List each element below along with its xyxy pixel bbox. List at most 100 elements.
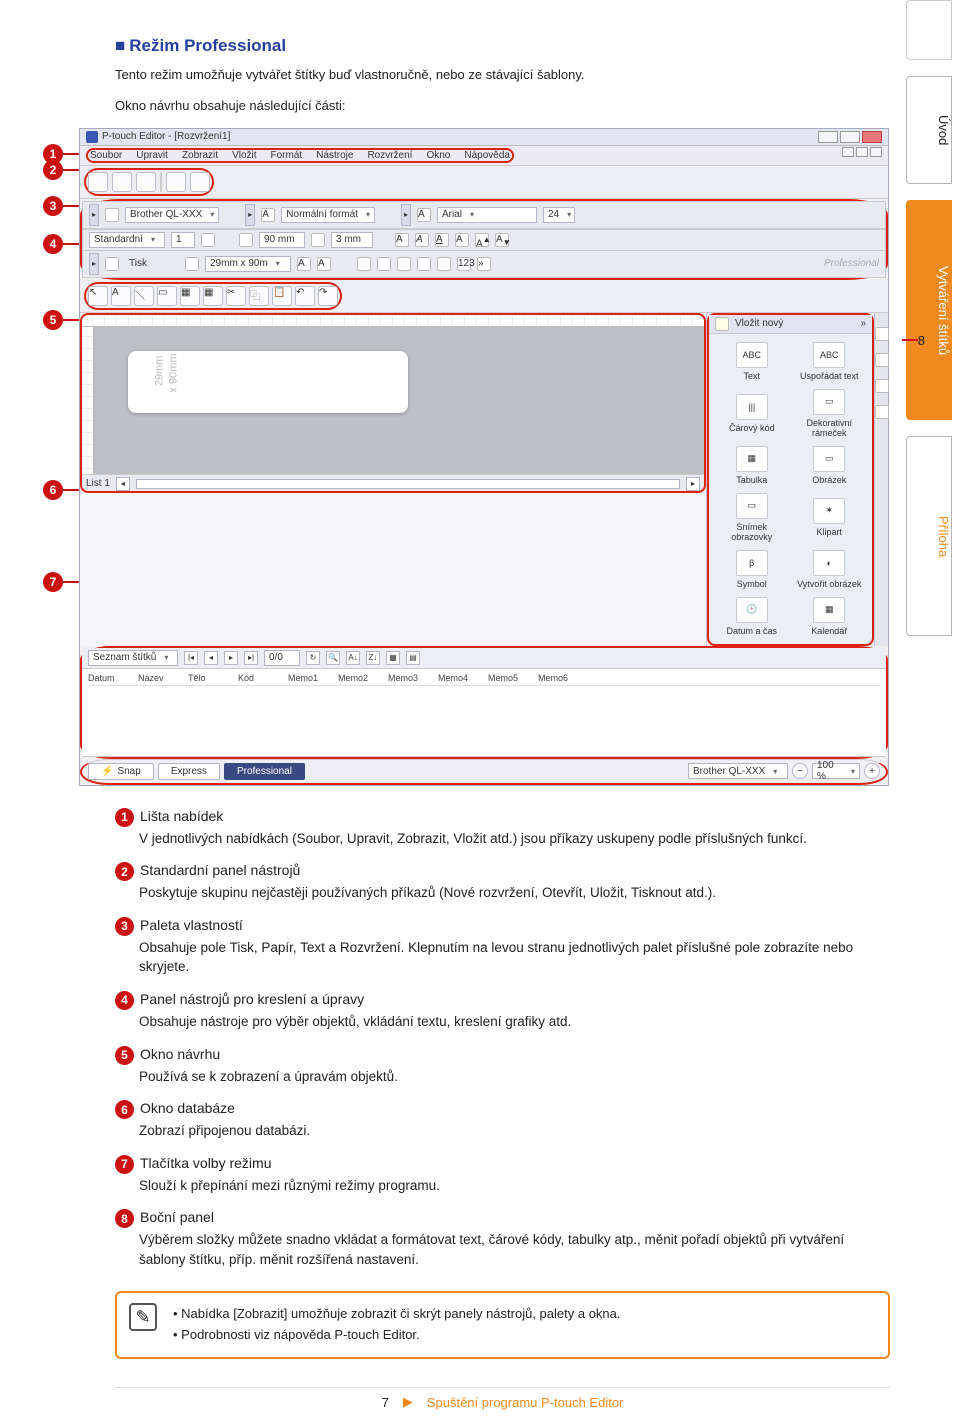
db-col[interactable]: Memo2 [338,673,382,683]
db-table-dropdown[interactable]: Seznam štítků [88,650,178,666]
db-prev-icon[interactable]: ◂ [204,651,218,665]
mdi-min-button[interactable] [842,147,854,157]
paste-icon[interactable]: 📋 [272,286,292,306]
copy-icon[interactable]: ⿻ [249,286,269,306]
underline-icon[interactable]: A [435,233,449,247]
maximize-button[interactable] [840,131,860,143]
font-dropdown[interactable]: Arial [437,207,537,223]
undo-icon[interactable]: ↶ [295,286,315,306]
db-next-icon[interactable]: ▸ [224,651,238,665]
menu-soubor[interactable]: Soubor [90,150,122,161]
italic-icon[interactable]: A [415,233,429,247]
rect-tool-icon[interactable]: ▭ [157,286,177,306]
db-col[interactable]: Název [138,673,182,683]
mode-express-button[interactable]: Express [158,763,220,780]
bold-icon[interactable]: A [395,233,409,247]
align-r-icon[interactable] [397,257,411,271]
print-icon[interactable] [190,172,210,192]
status-printer-dropdown[interactable]: Brother QL-XXX [688,763,788,779]
side-item-7[interactable]: ✶Klipart [791,489,869,546]
numbering-icon[interactable]: 123 [457,257,471,271]
db-sortaz-icon[interactable]: A↓ [346,651,360,665]
db-col[interactable]: Memo1 [288,673,332,683]
height-field[interactable]: 3 mm [331,232,373,248]
mdi-close-button[interactable] [870,147,882,157]
redo-icon[interactable]: ↷ [318,286,338,306]
side-tab-uvod[interactable]: Úvod [906,76,952,184]
insert-new-icon[interactable] [715,317,729,331]
tape-dropdown[interactable]: 29mm x 90m [205,256,291,272]
align-j-icon[interactable] [417,257,431,271]
cut-icon[interactable]: ✂ [226,286,246,306]
stepper-icon[interactable] [201,233,215,247]
side-item-8[interactable]: βSymbol [713,546,791,593]
orient-icon[interactable]: A [297,257,311,271]
side-item-11[interactable]: ▦Kalendář [791,593,869,640]
menu-format[interactable]: Formát [271,150,303,161]
menu-zobrazit[interactable]: Zobrazit [182,150,218,161]
db-grid-rows[interactable] [88,686,880,754]
orient-v-icon[interactable]: A [317,257,331,271]
zoom-dropdown[interactable]: 100 % [812,763,860,779]
design-canvas[interactable]: 29mm x 90mm List 1 ◂ ▸ [80,313,706,493]
side-item-10[interactable]: 🕒Datum a čas [713,593,791,640]
db-col[interactable]: Memo4 [438,673,482,683]
side-expand-icon[interactable]: » [860,318,866,329]
menu-nastroje[interactable]: Nástroje [316,150,353,161]
palette-toggle-3[interactable]: ▸ [401,204,411,226]
db-zoom-icon[interactable]: 🔍 [326,651,340,665]
side-item-3[interactable]: ▭Dekorativní rámeček [791,385,869,442]
db-col[interactable]: Memo5 [488,673,532,683]
side-item-6[interactable]: ▭Snímek obrazovky [713,489,791,546]
palette-toggle-1[interactable]: ▸ [89,204,99,226]
mdi-max-button[interactable] [856,147,868,157]
preset-dropdown[interactable]: Standardní [89,232,165,248]
indent-icon[interactable] [437,257,451,271]
count-field[interactable]: 1 [171,232,195,248]
db-col[interactable]: Tělo [188,673,232,683]
grid-tool-icon[interactable]: ▦ [203,286,223,306]
menu-upravit[interactable]: Upravit [136,150,168,161]
db-grid1-icon[interactable]: ▦ [386,651,400,665]
menu-rozvrzeni[interactable]: Rozvržení [367,150,412,161]
side-item-1[interactable]: ABCUspořádat text [791,338,869,385]
arrow-tool-icon[interactable]: ↖ [88,286,108,306]
align-c-icon[interactable] [377,257,391,271]
db-col[interactable]: Memo6 [538,673,582,683]
side-tab-stitky[interactable]: Vytváření štítků [906,200,952,420]
side-item-9[interactable]: ◐Vytvořit obrázek [791,546,869,593]
db-col[interactable]: Kód [238,673,282,683]
palette-toggle-tisk[interactable]: ▸ [89,253,99,275]
db-col[interactable]: Datum [88,673,132,683]
save-icon[interactable] [136,172,156,192]
format-dropdown[interactable]: Normální formát [281,207,375,223]
expand-icon[interactable]: » [477,257,491,271]
new-icon[interactable] [88,172,108,192]
library-icon[interactable] [166,172,186,192]
close-button[interactable] [862,131,882,143]
menu-napoveda[interactable]: Nápověda [464,150,510,161]
side-item-2[interactable]: |||Čárový kód [713,385,791,442]
db-col[interactable]: Memo3 [388,673,432,683]
minimize-button[interactable] [818,131,838,143]
db-first-icon[interactable]: |◂ [184,651,198,665]
width-field[interactable]: 90 mm [259,232,305,248]
db-refresh-icon[interactable]: ↻ [306,651,320,665]
side-item-4[interactable]: ▦Tabulka [713,442,791,489]
size-up-icon[interactable]: A▲ [475,233,489,247]
fill-tool-icon[interactable]: ▦ [180,286,200,306]
side-item-0[interactable]: ABCText [713,338,791,385]
menu-okno[interactable]: Okno [426,150,450,161]
mode-pro-button[interactable]: Professional [224,763,305,780]
tool-b-icon[interactable] [875,353,889,367]
db-sortza-icon[interactable]: Z↓ [366,651,380,665]
menu-vlozit[interactable]: Vložit [232,150,256,161]
textfx-icon[interactable]: A [455,233,469,247]
side-tab-priloha[interactable]: Příloha [906,436,952,636]
zoom-in-button[interactable]: + [864,763,880,779]
palette-toggle-2[interactable]: ▸ [245,204,255,226]
text-tool-icon[interactable]: A [111,286,131,306]
line-tool-icon[interactable]: ＼ [134,286,154,306]
printer-dropdown[interactable]: Brother QL-XXX [125,207,219,223]
side-item-5[interactable]: ▭Obrázek [791,442,869,489]
